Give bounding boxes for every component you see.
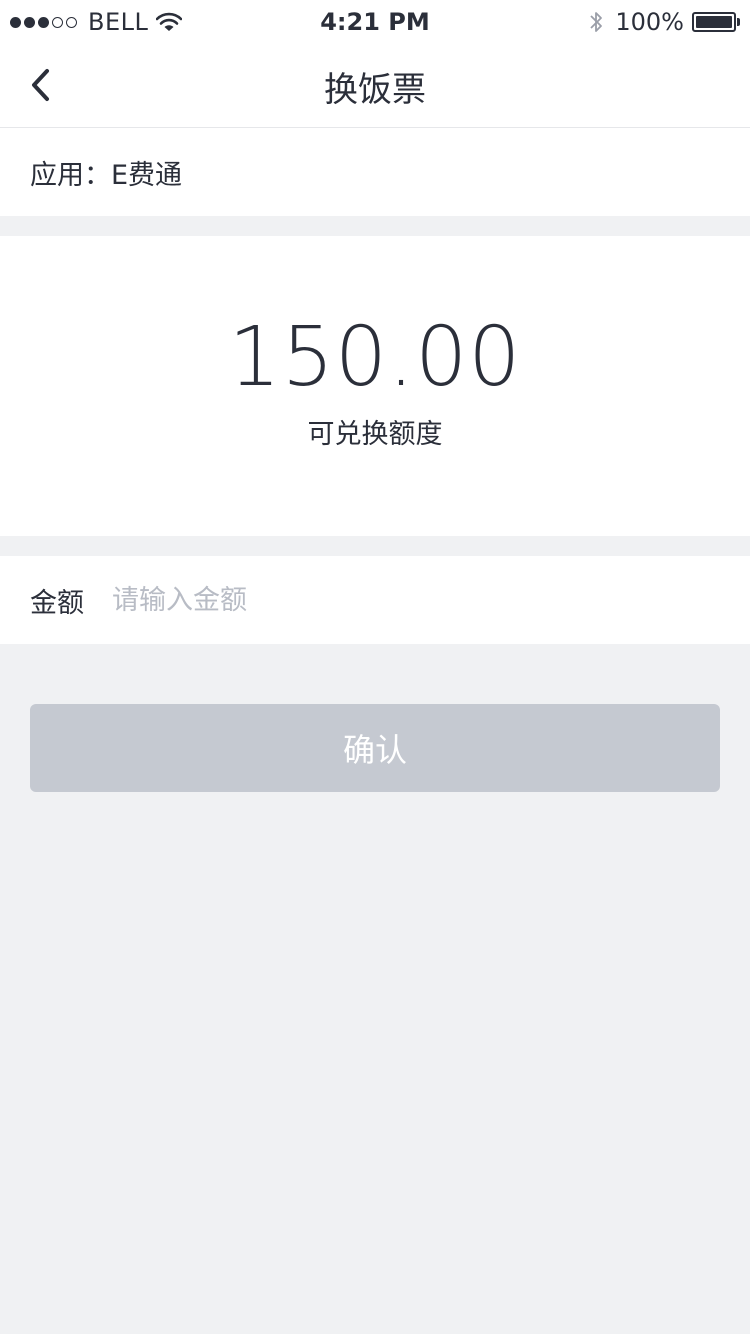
quota-label: 可兑换额度 <box>307 419 443 450</box>
app-info-row: 应用：E费通 <box>0 128 750 216</box>
battery-percent: 100% <box>615 8 684 36</box>
status-bar: BELL 4:21 PM 100% <box>0 0 750 44</box>
bluetooth-icon <box>590 12 603 32</box>
amount-input-row: 金额 <box>0 556 750 644</box>
status-right: 100% <box>587 7 740 37</box>
nav-bar: 换饭票 <box>0 44 750 128</box>
app-label: 应用：E费通 <box>30 159 183 191</box>
battery-tip <box>737 18 740 26</box>
page-title: 换饭票 <box>324 70 426 110</box>
quota-card: 150.00 可兑换额度 <box>0 236 750 536</box>
amount-label: 金额 <box>30 587 84 619</box>
battery-icon <box>692 12 736 32</box>
battery-fill <box>696 16 732 28</box>
confirm-button[interactable]: 确认 <box>30 704 720 792</box>
quota-value: 150.00 <box>228 310 522 405</box>
amount-input[interactable] <box>112 570 672 630</box>
